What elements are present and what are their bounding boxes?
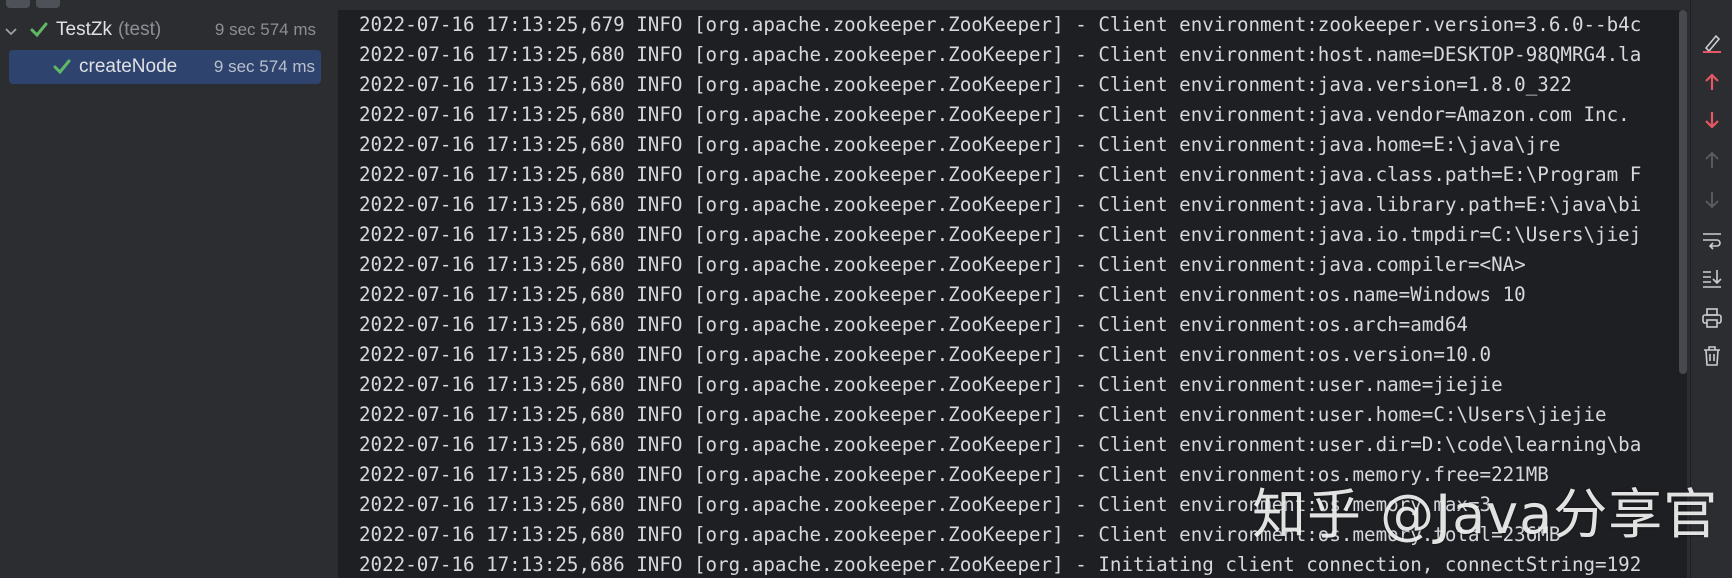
- watermark: 知乎 @Java分享官: [1252, 483, 1719, 546]
- tree-row-test[interactable]: createNode 9 sec 574 ms: [9, 50, 321, 84]
- console-line: 2022-07-16 17:13:25,680 INFO [org.apache…: [359, 223, 1642, 246]
- console-line: 2022-07-16 17:13:25,680 INFO [org.apache…: [359, 253, 1526, 276]
- console-line: 2022-07-16 17:13:25,680 INFO [org.apache…: [359, 163, 1642, 186]
- chevron-down-icon[interactable]: [4, 23, 18, 37]
- soft-wrap-pen-icon[interactable]: [1700, 30, 1724, 54]
- console-line: 2022-07-16 17:13:25,680 INFO [org.apache…: [359, 103, 1630, 126]
- trash-icon[interactable]: [1700, 344, 1724, 368]
- console-line: 2022-07-16 17:13:25,680 INFO [org.apache…: [359, 343, 1492, 366]
- pass-check-icon: [28, 19, 50, 41]
- scroll-to-end-icon[interactable]: [1700, 266, 1724, 290]
- suite-name: TestZk: [56, 19, 112, 40]
- console-line: 2022-07-16 17:13:25,680 INFO [org.apache…: [359, 133, 1561, 156]
- test-name: createNode: [79, 56, 178, 77]
- test-results-tree: TestZk (test) 9 sec 574 ms createNode 9 …: [0, 10, 339, 578]
- suite-qualifier: (test): [117, 19, 162, 40]
- console-line: 2022-07-16 17:13:25,680 INFO [org.apache…: [359, 313, 1468, 336]
- console-line: 2022-07-16 17:13:25,680 INFO [org.apache…: [359, 43, 1642, 66]
- print-icon[interactable]: [1700, 306, 1724, 330]
- console-line: 2022-07-16 17:13:25,686 INFO [org.apache…: [359, 553, 1642, 576]
- console-line: 2022-07-16 17:13:25,680 INFO [org.apache…: [359, 403, 1607, 426]
- down-red-arrow-icon[interactable]: [1700, 108, 1724, 132]
- console-line: 2022-07-16 17:13:25,679 INFO [org.apache…: [359, 13, 1642, 36]
- console-scrollbar[interactable]: [1679, 10, 1687, 374]
- console-line: 2022-07-16 17:13:25,680 INFO [org.apache…: [359, 373, 1503, 396]
- console-line: 2022-07-16 17:13:25,680 INFO [org.apache…: [359, 433, 1642, 456]
- up-red-arrow-icon[interactable]: [1700, 70, 1724, 94]
- console-line: 2022-07-16 17:13:25,680 INFO [org.apache…: [359, 193, 1642, 216]
- up-arrow-icon[interactable]: [1700, 148, 1724, 172]
- tree-row-suite[interactable]: TestZk (test) 9 sec 574 ms: [4, 13, 322, 47]
- suite-duration: 9 sec 574 ms: [214, 20, 316, 39]
- pass-check-icon: [51, 56, 73, 78]
- wrap-lines-icon[interactable]: [1700, 228, 1724, 252]
- console-line: 2022-07-16 17:13:25,680 INFO [org.apache…: [359, 73, 1572, 96]
- toolbar-button[interactable]: [36, 0, 60, 8]
- test-duration: 9 sec 574 ms: [213, 57, 315, 76]
- console-line: 2022-07-16 17:13:25,680 INFO [org.apache…: [359, 283, 1526, 306]
- down-arrow-icon[interactable]: [1700, 188, 1724, 212]
- toolbar-button[interactable]: [6, 0, 30, 8]
